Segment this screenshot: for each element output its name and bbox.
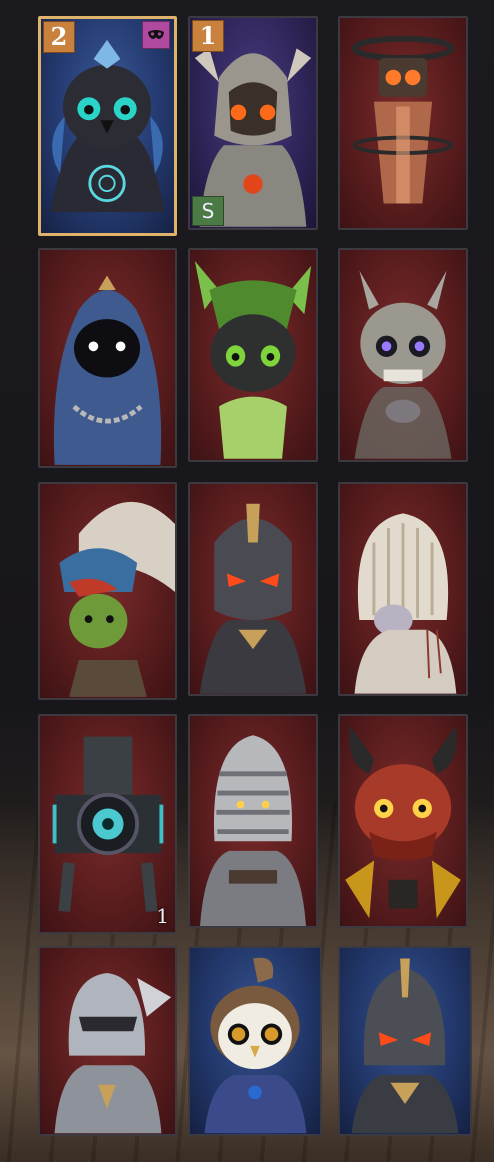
avatar-card-bone-demon[interactable]: 1 S bbox=[188, 16, 318, 230]
shell-helm-portrait bbox=[354, 513, 457, 694]
avatar-card-hooded-wraith[interactable] bbox=[38, 248, 177, 468]
cage-helm-knight-portrait bbox=[200, 735, 306, 926]
order-badge: 1 bbox=[192, 20, 224, 52]
avatar-grid: 2 1 S 1 bbox=[0, 0, 494, 1162]
dark-knight-portrait bbox=[199, 503, 307, 694]
eye-construct-portrait bbox=[52, 736, 164, 912]
gold-trim-knight-portrait bbox=[351, 958, 459, 1134]
red-dragon-mask-portrait bbox=[345, 725, 461, 919]
order-badge: 2 bbox=[43, 21, 75, 53]
avatar-card-gold-trim-knight[interactable] bbox=[338, 946, 472, 1136]
avatar-card-cage-helm-knight[interactable] bbox=[188, 714, 318, 928]
white-owl-portrait bbox=[204, 957, 307, 1134]
forest-dragon-portrait bbox=[194, 260, 312, 459]
avatar-card-dark-knight[interactable] bbox=[188, 482, 318, 696]
avatar-card-shell-helm[interactable] bbox=[338, 482, 468, 696]
avatar-card-raven-sorcerer[interactable]: 2 bbox=[38, 16, 177, 236]
avatar-card-copper-totem[interactable] bbox=[338, 16, 468, 230]
avatar-card-feathered-goblin[interactable] bbox=[38, 482, 177, 700]
winged-knight-portrait bbox=[54, 973, 172, 1134]
hooded-wraith-portrait bbox=[53, 275, 162, 465]
avatar-card-white-owl[interactable] bbox=[188, 946, 322, 1136]
grade-badge: S bbox=[192, 196, 224, 226]
avatar-card-winged-knight[interactable] bbox=[38, 946, 177, 1136]
avatar-card-forest-dragon[interactable] bbox=[188, 248, 318, 462]
avatar-card-skull-knight[interactable] bbox=[338, 248, 468, 462]
item-count: 1 bbox=[156, 904, 169, 928]
copper-totem-portrait bbox=[351, 35, 455, 204]
mask-icon bbox=[142, 21, 170, 49]
skull-knight-portrait bbox=[354, 270, 452, 459]
avatar-card-red-dragon-mask[interactable] bbox=[338, 714, 468, 928]
feathered-goblin-portrait bbox=[59, 501, 175, 697]
avatar-card-eye-construct[interactable]: 1 bbox=[38, 714, 177, 934]
